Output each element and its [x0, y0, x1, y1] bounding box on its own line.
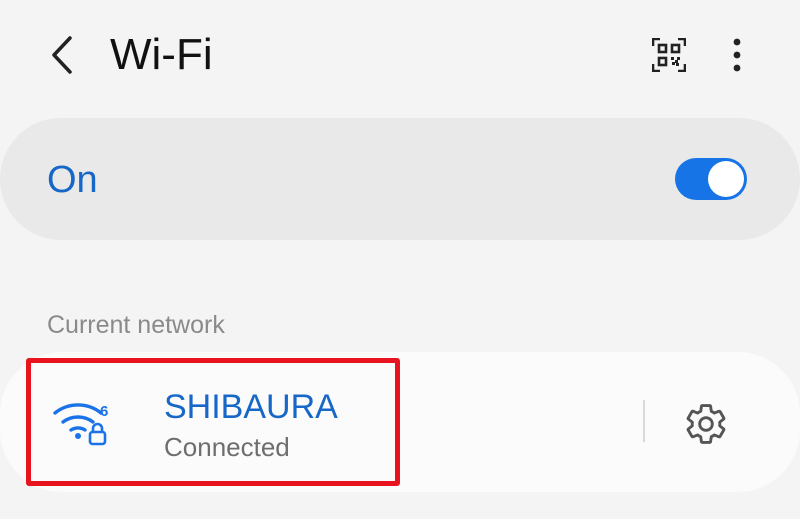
svg-text:6: 6 — [100, 403, 108, 420]
back-arrow-icon — [52, 36, 72, 74]
wifi-toggle-switch[interactable] — [675, 158, 747, 200]
more-options-button[interactable] — [716, 32, 758, 78]
network-ssid: SHIBAURA — [164, 388, 338, 426]
network-settings-button[interactable] — [680, 398, 732, 450]
more-vert-icon — [733, 38, 741, 72]
toggle-thumb — [708, 161, 744, 197]
app-bar: Wi-Fi — [0, 0, 800, 112]
wifi-state-label: On — [47, 159, 98, 201]
qr-scan-icon — [652, 38, 686, 72]
back-button[interactable] — [40, 30, 84, 80]
qr-scan-button[interactable] — [646, 32, 692, 78]
gear-icon — [686, 404, 726, 444]
section-header-current-network: Current network — [47, 311, 225, 339]
page-title: Wi-Fi — [110, 30, 213, 79]
wifi6-secured-icon: 6 — [53, 403, 108, 446]
divider — [643, 400, 645, 442]
network-status: Connected — [164, 432, 290, 462]
